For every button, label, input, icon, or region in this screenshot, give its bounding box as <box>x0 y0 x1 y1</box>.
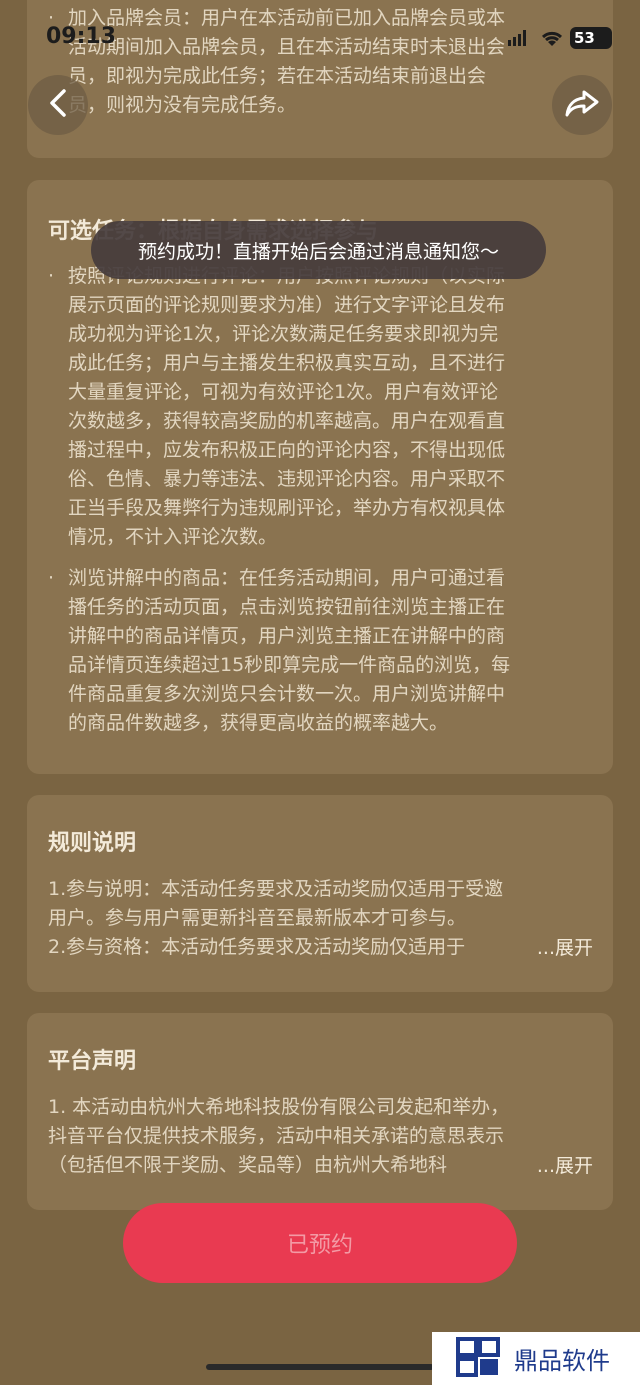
platform-statement-title: 平台声明 <box>48 1049 137 1074</box>
status-bar: 09:13 53 <box>0 24 640 56</box>
watermark-text: 鼎品软件 <box>514 1347 610 1375</box>
watermark-logo-icon <box>456 1336 500 1381</box>
platform-statement-text: 1. 本活动由杭州大希地科技股份有限公司发起和举办， 抖音平台仅提供技术服务，活… <box>48 1096 510 1176</box>
brand-member-text: · 加入品牌会员：用户在本活动前已加入品牌会员或本 活动期间加入品牌会员，且在本… <box>48 7 506 116</box>
rules-card: 规则说明 1.参与说明：本活动任务要求及活动奖励仅适用于受邀 用户。参与用户需更… <box>27 795 613 992</box>
signal-icon <box>508 30 528 50</box>
platform-expand-link[interactable]: ...展开 <box>537 1151 593 1178</box>
rules-expand-link[interactable]: ...展开 <box>537 933 593 960</box>
share-button[interactable] <box>552 75 612 135</box>
reservation-success-toast: 预约成功！直播开始后会通过消息通知您～ <box>91 221 546 279</box>
battery-level: 53 <box>574 29 595 47</box>
battery-icon: 53 <box>570 27 612 49</box>
chevron-left-icon <box>46 88 70 122</box>
rules-title: 规则说明 <box>48 831 137 856</box>
back-button[interactable] <box>28 75 88 135</box>
rules-text: 1.参与说明：本活动任务要求及活动奖励仅适用于受邀 用户。参与用户需更新抖音至最… <box>48 878 504 958</box>
status-time: 09:13 <box>46 24 117 49</box>
home-indicator <box>206 1364 434 1370</box>
browse-product-bullet: · 浏览讲解中的商品：在任务活动期间，用户可通过看 播任务的活动页面，点击浏览按… <box>48 567 511 734</box>
share-icon <box>564 88 600 122</box>
reserved-button[interactable]: 已预约 <box>123 1203 517 1283</box>
comment-rule-bullet: · 按照评论规则进行评论：用户按照评论规则（以实际 展示页面的评论规则要求为准）… <box>48 265 506 548</box>
platform-statement-card: 平台声明 1. 本活动由杭州大希地科技股份有限公司发起和举办， 抖音平台仅提供技… <box>27 1013 613 1210</box>
wifi-icon <box>540 29 564 51</box>
watermark: 鼎品软件 <box>432 1332 640 1385</box>
